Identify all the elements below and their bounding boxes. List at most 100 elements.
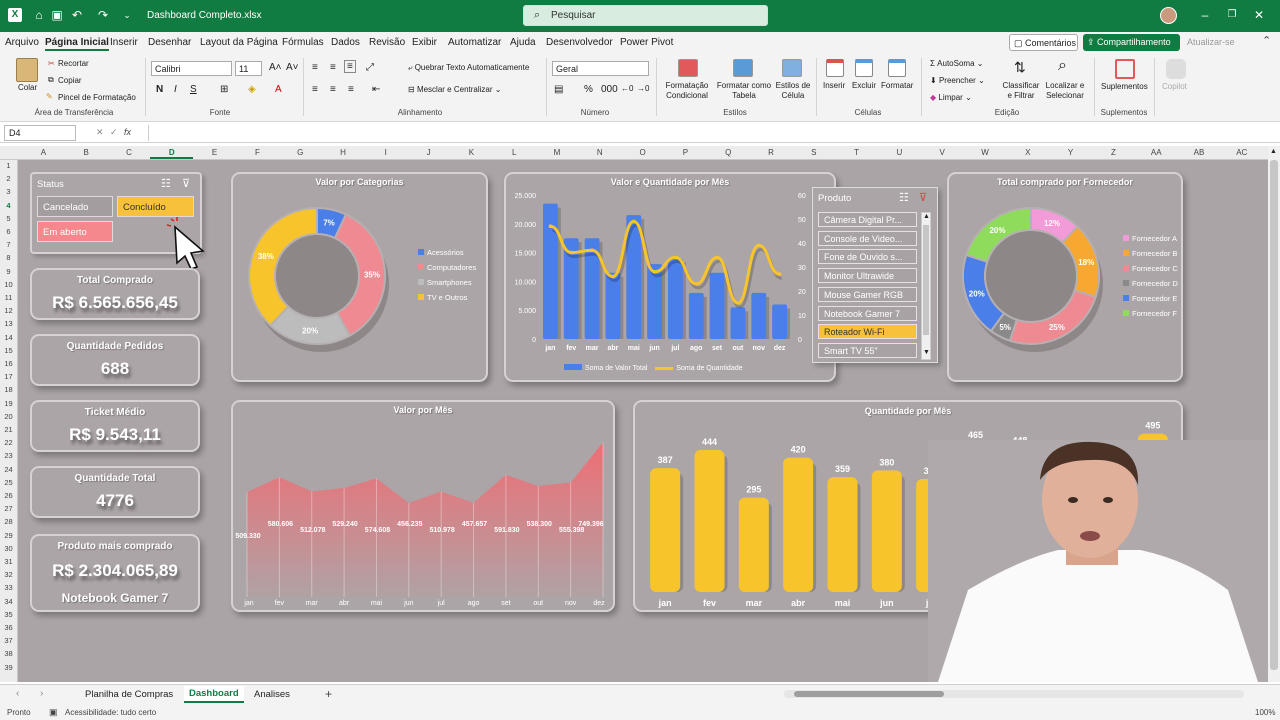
column-header[interactable]: X [1006, 148, 1049, 157]
undo-icon[interactable]: ↶ [70, 8, 84, 22]
column-header[interactable]: P [664, 148, 707, 157]
row-header[interactable]: 19 [0, 399, 17, 408]
increase-decimal-icon[interactable]: ←0 [621, 84, 633, 93]
thousands-icon[interactable]: 000 [601, 84, 618, 95]
row-header[interactable]: 10 [0, 280, 17, 289]
menu-arquivo[interactable]: Arquivo [5, 37, 39, 48]
copy-button[interactable]: Copiar [58, 76, 82, 85]
name-box[interactable]: D4 [4, 125, 76, 141]
column-header[interactable]: V [921, 148, 964, 157]
column-header[interactable]: T [835, 148, 878, 157]
row-header[interactable]: 36 [0, 623, 17, 632]
product-item[interactable]: Roteador Wi-Fi [818, 324, 917, 340]
row-header[interactable]: 4 [0, 201, 17, 210]
product-item[interactable]: Câmera Digital Pr... [818, 212, 917, 227]
row-header[interactable]: 17 [0, 372, 17, 381]
row-header[interactable]: 7 [0, 240, 17, 249]
autosave-icon[interactable]: ⌂ [32, 8, 46, 22]
column-header[interactable]: D [150, 148, 194, 159]
column-header[interactable]: E [193, 148, 236, 157]
align-middle-icon[interactable]: ≡ [330, 62, 336, 73]
merge-center-button[interactable]: ⊟ Mesclar e Centralizar ⌄ [408, 85, 501, 94]
column-header[interactable]: M [536, 148, 579, 157]
share-button[interactable]: ⇪ Compartilhamento ⌄ [1083, 34, 1180, 58]
paste-label[interactable]: Colar [18, 83, 37, 92]
insert-function-icon[interactable]: fx [124, 127, 131, 137]
row-header[interactable]: 20 [0, 412, 17, 421]
row-header[interactable]: 33 [0, 583, 17, 592]
menu-desenvolvedor[interactable]: Desenvolvedor [546, 37, 613, 48]
multi-select-icon[interactable]: ☷ [161, 177, 171, 190]
restore-icon[interactable]: ❐ [1225, 8, 1239, 22]
insert-cells-button[interactable]: Inserir [823, 81, 845, 90]
italic-icon[interactable]: I [174, 84, 177, 95]
row-header[interactable]: 29 [0, 531, 17, 540]
clear-filter-icon[interactable]: ⊽ [182, 177, 190, 190]
indent-icon[interactable]: ⇤ [372, 84, 380, 95]
column-header[interactable]: R [750, 148, 793, 157]
status-concluido[interactable]: Concluído [117, 196, 194, 217]
row-header[interactable]: 31 [0, 557, 17, 566]
comments-button[interactable]: ▢ Comentários [1009, 34, 1078, 51]
column-header[interactable]: Q [707, 148, 750, 157]
row-header[interactable]: 3 [0, 187, 17, 196]
row-header[interactable]: 32 [0, 570, 17, 579]
column-header[interactable]: K [450, 148, 493, 157]
paste-icon[interactable] [16, 58, 38, 82]
format-cells-button[interactable]: Formatar [881, 81, 913, 90]
row-header[interactable]: 13 [0, 319, 17, 328]
customize-toolbar-icon[interactable]: ⌄ [120, 8, 134, 22]
row-header[interactable]: 24 [0, 465, 17, 474]
tab-analises[interactable]: Analises [254, 689, 290, 700]
clear-button[interactable]: ◆ Limpar ⌄ [930, 93, 972, 102]
row-header[interactable]: 38 [0, 649, 17, 658]
tab-planilha-de-compras[interactable]: Planilha de Compras [85, 689, 173, 700]
percent-icon[interactable]: % [584, 84, 593, 95]
row-header[interactable]: 5 [0, 214, 17, 223]
status-em-aberto[interactable]: Em aberto [37, 221, 113, 242]
row-header[interactable]: 11 [0, 293, 17, 302]
font-size-select[interactable]: 11 [235, 61, 262, 76]
macro-record-icon[interactable]: ▣ [49, 707, 58, 718]
scroll-down-icon[interactable]: ▼ [923, 349, 930, 356]
column-header[interactable]: G [279, 148, 322, 157]
borders-icon[interactable]: ⊞ [220, 84, 228, 95]
conditional-format-button[interactable]: Formatação Condicional [663, 81, 711, 101]
product-scrollbar[interactable]: ▲ ▼ [921, 212, 931, 360]
column-header[interactable]: Z [1092, 148, 1135, 157]
wrap-text-button[interactable]: ⤶ Quebrar Texto Automaticamente [408, 63, 529, 73]
orientation-icon[interactable]: ⤢ [366, 62, 374, 73]
menu-formulas[interactable]: Fórmulas [282, 37, 324, 48]
align-right-icon[interactable]: ≡ [348, 84, 354, 95]
update-button[interactable]: Atualizar-se [1187, 37, 1235, 47]
menu-dados[interactable]: Dados [331, 37, 360, 48]
scroll-thumb[interactable] [1270, 160, 1278, 670]
minimize-icon[interactable]: – [1198, 8, 1212, 22]
copilot-button[interactable]: Copilot [1162, 82, 1187, 91]
currency-icon[interactable]: ▤ [554, 84, 563, 95]
column-header[interactable]: J [407, 148, 450, 157]
column-header[interactable]: AC [1220, 148, 1263, 157]
row-header[interactable]: 30 [0, 544, 17, 553]
row-header[interactable]: 25 [0, 478, 17, 487]
align-left-icon[interactable]: ≡ [312, 84, 318, 95]
column-header[interactable]: W [964, 148, 1007, 157]
row-header[interactable]: 6 [0, 227, 17, 236]
horizontal-scrollbar[interactable] [784, 690, 1244, 698]
chart-total-fornecedor[interactable]: Total comprado por Fornecedor 12% 18% 25% 5… [947, 172, 1183, 382]
addins-button[interactable]: Suplementos [1101, 82, 1148, 91]
menu-layout[interactable]: Layout da Página [200, 37, 278, 48]
ribbon-collapse-icon[interactable]: ⌃ [1262, 34, 1271, 47]
avatar[interactable] [1160, 7, 1177, 24]
row-header[interactable]: 15 [0, 346, 17, 355]
product-item[interactable]: Smart TV 55" [818, 342, 917, 358]
column-header[interactable]: AA [1135, 148, 1178, 157]
clear-filter-icon[interactable]: ⊽ [919, 191, 927, 204]
column-header[interactable]: AB [1178, 148, 1221, 157]
prev-sheet-icon[interactable]: ‹ [16, 688, 19, 699]
close-icon[interactable]: ✕ [1252, 8, 1266, 22]
row-header[interactable]: 2 [0, 174, 17, 183]
scroll-thumb[interactable] [923, 225, 929, 335]
column-header[interactable]: O [621, 148, 664, 157]
autosum-button[interactable]: Σ AutoSoma ⌄ [930, 59, 983, 68]
